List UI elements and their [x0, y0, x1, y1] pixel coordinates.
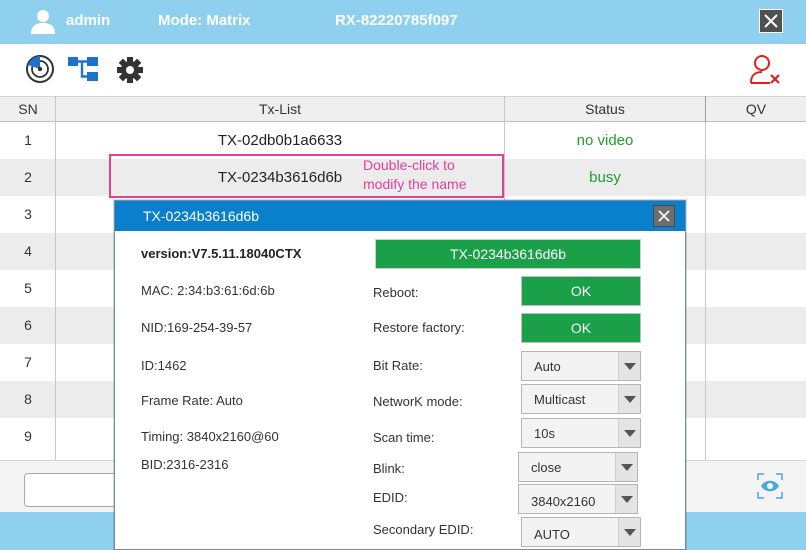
chevron-down-icon — [615, 485, 637, 513]
blink-select[interactable]: close — [518, 452, 638, 482]
device-id-label: RX-82220785f097 — [335, 12, 458, 29]
row-status: busy — [589, 169, 621, 186]
user-icon — [31, 10, 55, 34]
scan-time-select[interactable]: 10s — [521, 418, 641, 448]
dialog-title: TX-0234b3616d6b — [143, 208, 259, 224]
column-header-status: Status — [585, 101, 625, 117]
row-sn: 8 — [24, 391, 32, 407]
row-sn: 1 — [24, 132, 32, 148]
preview-eye-icon[interactable] — [757, 473, 783, 499]
chevron-down-icon — [618, 419, 640, 447]
username-label: admin — [66, 12, 111, 29]
row-sn: 7 — [24, 354, 32, 370]
bid-label: BID:2316-2316 — [141, 457, 229, 472]
row-sn: 3 — [24, 206, 32, 222]
edid-select[interactable]: 3840x2160 — [518, 484, 638, 514]
dialog-close-button[interactable] — [653, 205, 675, 227]
bit-rate-value: Auto — [534, 359, 561, 374]
secondary-edid-select[interactable]: AUTO — [521, 517, 641, 547]
column-header-tx-list: Tx-List — [259, 101, 301, 117]
blink-label: Blink: — [373, 461, 405, 476]
version-label: version:V7.5.11.18040CTX — [141, 246, 302, 261]
row-sn: 4 — [24, 243, 32, 259]
restore-factory-label: Restore factory: — [373, 320, 465, 335]
column-divider — [55, 96, 56, 460]
mode-label: Mode: Matrix — [158, 12, 251, 29]
logout-user-icon[interactable] — [748, 53, 782, 87]
scan-time-value: 10s — [534, 426, 555, 441]
tx-name-field[interactable]: TX-0234b3616d6b — [375, 239, 641, 269]
row-sn: 2 — [24, 169, 32, 185]
edid-label: EDID: — [373, 490, 408, 505]
bit-rate-select[interactable]: Auto — [521, 351, 641, 381]
row-sn: 9 — [24, 428, 32, 444]
header-bar: admin Mode: Matrix RX-82220785f097 — [0, 0, 806, 44]
dialog-title-bar: TX-0234b3616d6b — [115, 201, 685, 231]
toolbar — [0, 44, 806, 96]
hint-line-1: Double-click to — [363, 157, 455, 173]
gear-icon[interactable] — [116, 56, 144, 84]
column-divider — [705, 96, 706, 122]
network-mode-select[interactable]: Multicast — [521, 384, 641, 414]
blink-value: close — [531, 460, 562, 475]
bottom-input-field[interactable] — [24, 473, 124, 507]
network-mode-value: Multicast — [534, 392, 586, 407]
row-sn: 5 — [24, 280, 32, 296]
column-divider — [705, 96, 706, 460]
topology-icon[interactable] — [67, 55, 99, 83]
chevron-down-icon — [618, 385, 640, 413]
mac-label: MAC: 2:34:b3:61:6d:6b — [141, 283, 275, 298]
secondary-edid-value: AUTO — [534, 527, 570, 542]
secondary-edid-label: Secondary EDID: — [373, 522, 474, 537]
restore-factory-ok-button[interactable]: OK — [521, 313, 641, 343]
chevron-down-icon — [618, 518, 640, 546]
nid-label: NID:169-254-39-57 — [141, 320, 253, 335]
reboot-ok-button[interactable]: OK — [521, 276, 641, 306]
row-sn: 6 — [24, 317, 32, 333]
tx-settings-dialog: TX-0234b3616d6b version:V7.5.11.18040CTX… — [114, 200, 686, 550]
rename-hint-text: Double-click to modify the name — [363, 156, 467, 194]
chevron-down-icon — [618, 352, 640, 380]
network-mode-label: NetworK mode: — [373, 394, 463, 409]
table-header: SN Tx-List Status QV — [0, 96, 806, 122]
timing-label: Timing: 3840x2160@60 — [141, 429, 279, 444]
scan-time-label: Scan time: — [373, 430, 435, 445]
hint-line-2: modify the name — [363, 176, 467, 192]
bit-rate-label: Bit Rate: — [373, 358, 423, 373]
radar-icon[interactable] — [25, 54, 55, 84]
column-header-qv: QV — [745, 101, 767, 117]
column-header-sn: SN — [18, 101, 38, 117]
reboot-label: Reboot: — [373, 285, 419, 300]
id-label: ID:1462 — [141, 358, 187, 373]
row-status: no video — [576, 132, 634, 149]
close-icon — [658, 210, 670, 222]
close-window-button[interactable] — [759, 9, 783, 33]
chevron-down-icon — [615, 453, 637, 481]
frame-rate-label: Frame Rate: Auto — [141, 393, 243, 408]
close-icon — [764, 14, 778, 28]
edid-value: 3840x2160 — [531, 494, 596, 509]
